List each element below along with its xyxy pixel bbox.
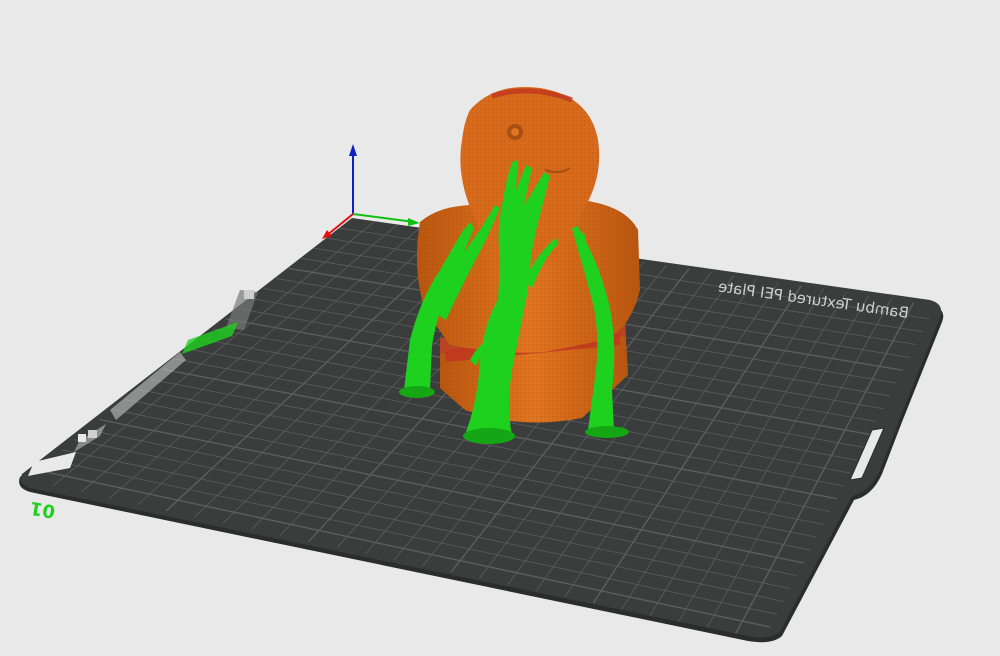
scene-svg: Bambu Textured PEI Plate 01 xyxy=(19,86,944,643)
plate-lock-icon[interactable] xyxy=(78,434,86,442)
plate-number[interactable]: 01 xyxy=(29,497,57,522)
3d-viewport[interactable]: Bambu Textured PEI Plate 01 xyxy=(0,0,1000,652)
